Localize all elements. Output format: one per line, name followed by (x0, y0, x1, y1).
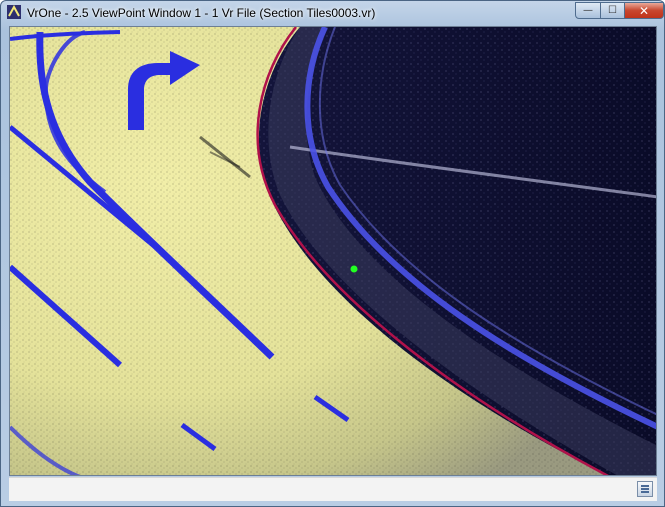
point-cloud-view[interactable] (10, 27, 657, 476)
maximize-button[interactable]: ☐ (600, 2, 625, 19)
viewpoint-canvas[interactable] (9, 26, 657, 476)
cursor-point[interactable] (350, 265, 358, 273)
status-panel-icon[interactable] (637, 481, 653, 497)
minimize-button[interactable]: — (575, 2, 601, 19)
close-button[interactable]: ✕ (624, 2, 664, 19)
app-icon[interactable] (7, 5, 21, 19)
status-bar (9, 477, 657, 501)
window-title: VrOne - 2.5 ViewPoint Window 1 - 1 Vr Fi… (27, 6, 376, 20)
app-window: VrOne - 2.5 ViewPoint Window 1 - 1 Vr Fi… (0, 0, 665, 507)
title-bar[interactable]: VrOne - 2.5 ViewPoint Window 1 - 1 Vr Fi… (1, 1, 664, 25)
